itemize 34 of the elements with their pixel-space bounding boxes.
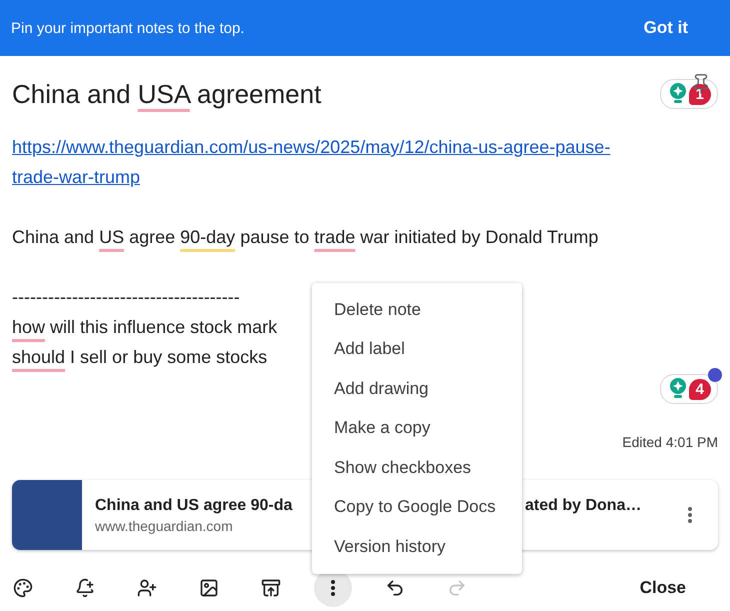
menu-item[interactable]: Show checkboxes [312, 448, 522, 488]
edited-time: Edited 4:01 PM [622, 434, 718, 450]
undo-icon [385, 578, 405, 598]
bell-plus-icon [75, 578, 95, 598]
archive-icon [261, 578, 281, 598]
close-button[interactable]: Close [634, 577, 692, 599]
link-domain: www.theguardian.com [95, 518, 233, 534]
lightbulb-icon [668, 378, 687, 400]
article-link[interactable]: https://www.theguardian.com/us-news/2025/may/12/china-us-agree-pause-trade-war-trump [12, 132, 652, 192]
menu-item[interactable]: Delete note [312, 290, 522, 330]
link-title: China and US agree 90-da [95, 496, 294, 514]
suggestion-count: 4 [688, 378, 711, 400]
menu-item[interactable]: Version history [312, 527, 522, 566]
menu-item[interactable]: Make a copy [312, 408, 522, 448]
note-title[interactable]: China and USA agreement [12, 78, 322, 110]
got-it-button[interactable]: Got it [640, 14, 692, 42]
person-add-icon [137, 578, 157, 598]
banner-message: Pin your important notes to the top. [11, 20, 244, 36]
photo-placeholder [12, 480, 82, 550]
image-icon [199, 578, 219, 598]
menu-item[interactable]: Add drawing [312, 369, 522, 408]
palette-icon [13, 578, 33, 598]
note-text-line: China and US agree 90-day pause to trade war initiated by Donald Trump [12, 226, 598, 249]
note-text-line: should I sell or buy some stocks [12, 346, 268, 369]
more-icon [688, 507, 692, 523]
menu-item[interactable]: Add label [312, 330, 522, 369]
note-text-line: -------------------------------------- [12, 286, 240, 309]
redo-icon [447, 578, 467, 598]
note-text-line: how will this influence stock mark [12, 316, 278, 339]
more-icon [331, 580, 335, 596]
menu-item[interactable]: Copy to Google Docs [312, 488, 522, 527]
plus-icon [708, 368, 722, 382]
link-title: ated by Dona… [525, 496, 642, 514]
lightbulb-icon [668, 83, 687, 105]
